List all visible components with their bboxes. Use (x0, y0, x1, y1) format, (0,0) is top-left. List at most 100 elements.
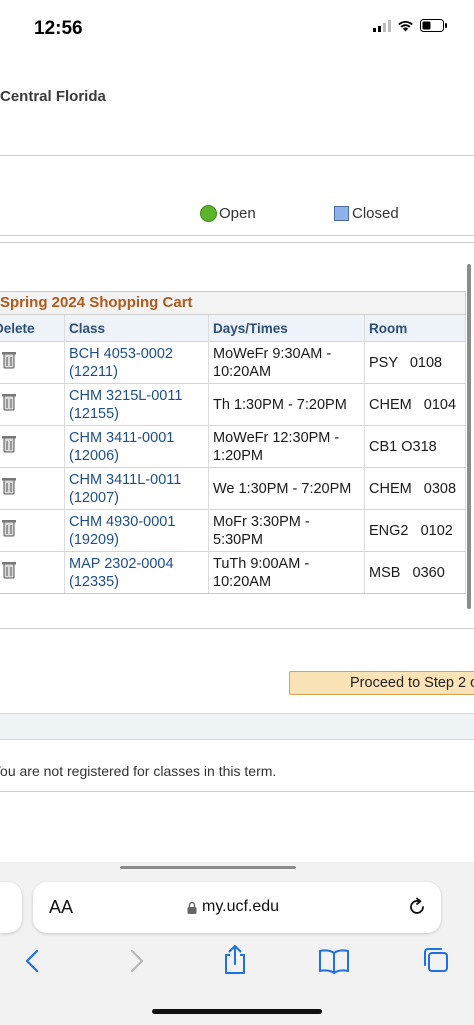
delete-cell (0, 467, 65, 510)
class-number: (12155) (69, 405, 119, 422)
cart-row: BCH 4053-0002 (12211) MoWeFr 9:30AM -10:2… (0, 341, 466, 384)
cart-row: CHM 4930-0001 (19209) MoFr 3:30PM -5:30PM… (0, 509, 466, 552)
days-times-cell: MoFr 3:30PM -5:30PM (208, 509, 365, 552)
forward-icon[interactable] (125, 948, 147, 974)
divider (0, 242, 474, 243)
days-times-line1: We 1:30PM - 7:20PM (213, 480, 352, 497)
class-code-link[interactable]: CHM 4930-0001 (69, 514, 175, 530)
class-code-link[interactable]: BCH 4053-0002 (69, 346, 173, 362)
days-times-line2: 10:20AM (213, 363, 272, 380)
col-delete: Delete (0, 315, 65, 342)
delete-cell (0, 341, 65, 384)
university-name: Central Florida (0, 88, 106, 105)
class-cell[interactable]: CHM 3411L-0011 (12007) (64, 467, 209, 510)
class-code-link[interactable]: CHM 3411-0001 (69, 430, 174, 446)
registration-notice: You are not registered for classes in th… (0, 763, 277, 779)
days-times-cell: We 1:30PM - 7:20PM (208, 467, 365, 510)
scrollbar[interactable] (467, 264, 471, 609)
message-band (0, 713, 474, 740)
days-times-line1: MoWeFr 9:30AM - (213, 345, 332, 362)
days-times-cell: TuTh 9:00AM -10:20AM (208, 551, 365, 593)
proceed-button[interactable]: Proceed to Step 2 of 3 (289, 671, 474, 695)
cart-row: CHM 3411-0001 (12006) MoWeFr 12:30PM -1:2… (0, 425, 466, 468)
url-display[interactable]: my.ucf.edu (187, 898, 279, 916)
days-times-line1: Th 1:30PM - 7:20PM (213, 396, 347, 413)
class-cell[interactable]: MAP 2302-0004 (12335) (64, 551, 209, 593)
text-size-button[interactable]: AA (49, 897, 73, 918)
days-times-line2: 1:20PM (213, 447, 263, 464)
closed-status-icon (334, 206, 349, 221)
room-cell: CHEM 0308 (364, 467, 466, 510)
home-indicator (152, 1009, 322, 1014)
class-code-link[interactable]: CHM 3411L-0011 (69, 472, 181, 488)
wifi-icon (398, 20, 413, 32)
reload-icon[interactable] (406, 896, 428, 918)
trash-icon[interactable] (2, 393, 16, 411)
trash-icon[interactable] (2, 477, 16, 495)
share-icon[interactable] (221, 944, 249, 976)
room-cell: CB1 O318 (364, 425, 466, 468)
cart-table: Delete Class Days/Times Room BCH 4053-00… (0, 315, 466, 593)
legend-closed-label: Closed (352, 205, 399, 222)
col-days-times: Days/Times (208, 315, 365, 342)
divider (0, 628, 474, 629)
class-number: (12335) (69, 573, 119, 590)
class-number: (12007) (69, 489, 119, 506)
days-times-line2: 10:20AM (213, 573, 272, 590)
class-cell[interactable]: CHM 4930-0001 (19209) (64, 509, 209, 552)
cellular-signal-icon (373, 19, 391, 32)
class-number: (12211) (69, 363, 118, 380)
room-cell: MSB 0360 (364, 551, 466, 593)
room-cell: ENG2 0102 (364, 509, 466, 552)
days-times-line1: MoWeFr 12:30PM - (213, 429, 340, 446)
delete-cell (0, 425, 65, 468)
days-times-cell: MoWeFr 12:30PM -1:20PM (208, 425, 365, 468)
divider (0, 791, 474, 792)
url-text: my.ucf.edu (202, 898, 280, 915)
days-times-line1: TuTh 9:00AM - (213, 555, 310, 572)
class-cell[interactable]: BCH 4053-0002 (12211) (64, 341, 209, 384)
bookmarks-icon[interactable] (318, 948, 350, 974)
delete-cell (0, 551, 65, 593)
divider (0, 155, 474, 156)
lock-icon (187, 901, 197, 914)
class-code-link[interactable]: MAP 2302-0004 (69, 556, 174, 572)
cart-row: CHM 3215L-0011 (12155) Th 1:30PM - 7:20PM… (0, 383, 466, 426)
days-times-line2: 5:30PM (213, 531, 263, 548)
class-cell[interactable]: CHM 3215L-0011 (12155) (64, 383, 209, 426)
col-class: Class (64, 315, 209, 342)
days-times-cell: MoWeFr 9:30AM -10:20AM (208, 341, 365, 384)
shopping-cart: Spring 2024 Shopping Cart Delete Class D… (0, 291, 466, 594)
battery-icon (420, 19, 447, 32)
back-icon[interactable] (22, 948, 44, 974)
trash-icon[interactable] (2, 519, 16, 537)
class-number: (12006) (69, 447, 119, 464)
tab-bar-indicator (120, 866, 296, 869)
cart-row: MAP 2302-0004 (12335) TuTh 9:00AM -10:20A… (0, 551, 466, 593)
trash-icon[interactable] (2, 435, 16, 453)
delete-cell (0, 383, 65, 426)
previous-tab-preview[interactable] (0, 882, 22, 933)
divider (0, 235, 474, 236)
trash-icon[interactable] (2, 561, 16, 579)
class-number: (19209) (69, 531, 119, 548)
open-status-icon (200, 205, 217, 222)
class-cell[interactable]: CHM 3411-0001 (12006) (64, 425, 209, 468)
legend-open: Open (200, 205, 256, 222)
col-room: Room (364, 315, 466, 342)
trash-icon[interactable] (2, 351, 16, 369)
days-times-cell: Th 1:30PM - 7:20PM (208, 383, 365, 426)
room-cell: PSY 0108 (364, 341, 466, 384)
legend-closed: Closed (334, 205, 399, 222)
cart-header-row: Delete Class Days/Times Room (0, 315, 466, 342)
status-time: 12:56 (34, 18, 83, 39)
status-icons (373, 19, 448, 32)
delete-cell (0, 509, 65, 552)
cart-row: CHM 3411L-0011 (12007) We 1:30PM - 7:20PM… (0, 467, 466, 510)
days-times-line1: MoFr 3:30PM - (213, 513, 310, 530)
class-code-link[interactable]: CHM 3215L-0011 (69, 388, 182, 404)
cart-title: Spring 2024 Shopping Cart (0, 292, 465, 315)
room-cell: CHEM 0104 (364, 383, 466, 426)
tabs-icon[interactable] (422, 946, 450, 974)
legend-open-label: Open (219, 205, 256, 222)
